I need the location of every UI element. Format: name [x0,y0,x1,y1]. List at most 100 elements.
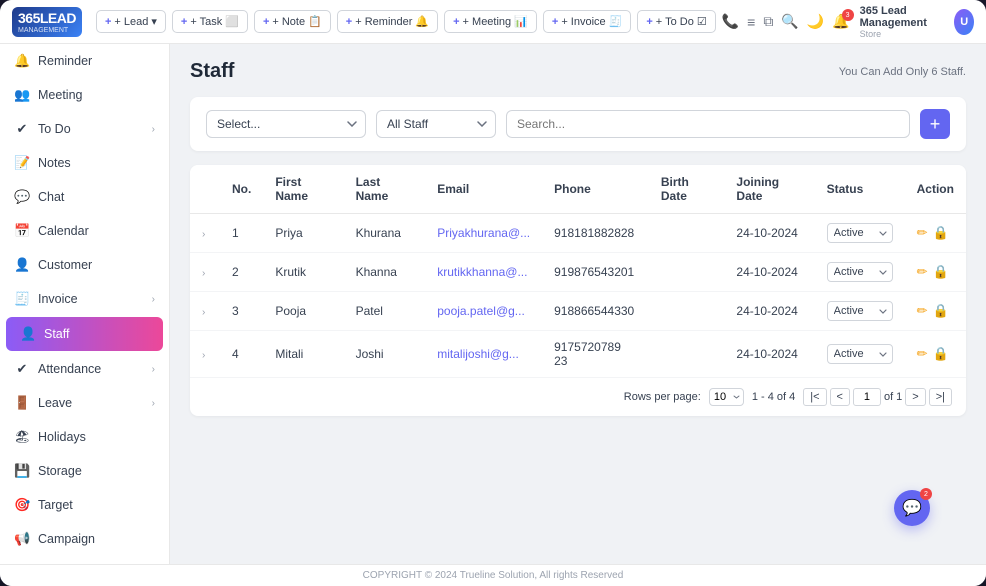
user-store: Store [860,29,949,39]
cell-first-name: Pooja [263,292,343,331]
task-button[interactable]: + + Task ⬜ [172,10,248,33]
cell-status: Active Inactive [815,214,905,253]
invoice-button[interactable]: + + Invoice 🧾 [543,10,631,33]
col-joining-date: Joining Date [724,165,814,214]
staff-icon: 👤 [20,326,36,342]
cell-no: 3 [220,292,263,331]
col-status: Status [815,165,905,214]
staff-table: No. First Name Last Name Email Phone Bir… [190,165,966,416]
prev-page-button[interactable]: < [830,388,850,406]
col-birth-date: Birth Date [649,165,725,214]
cell-last-name: Patel [344,292,426,331]
expand-button[interactable]: › [202,229,205,240]
cell-first-name: Priya [263,214,343,253]
select-filter[interactable]: Select... [206,110,366,138]
page-input[interactable] [853,388,881,406]
cell-first-name: Mitali [263,331,343,378]
cell-joining-date: 24-10-2024 [724,331,814,378]
expand-button[interactable]: › [202,307,205,318]
sidebar-item-chat[interactable]: 💬 Chat [0,180,169,214]
cell-status: Active Inactive [815,253,905,292]
cell-birth-date [649,214,725,253]
sidebar-item-campaign[interactable]: 📢 Campaign [0,522,169,556]
lock-button[interactable]: 🔒 [933,264,949,280]
sidebar-item-target[interactable]: 🎯 Target [0,488,169,522]
email-link[interactable]: Priyakhurana@... [437,226,530,240]
of-label: of [884,391,893,403]
col-email: Email [425,165,542,214]
meeting-button[interactable]: + + Meeting 📊 [444,10,537,33]
meeting-icon: 👥 [14,87,30,103]
rows-per-page-label: Rows per page: [624,391,701,403]
chat-bubble-button[interactable]: 💬 2 [894,490,930,526]
status-select[interactable]: Active Inactive [827,301,893,321]
email-link[interactable]: mitalijoshi@g... [437,347,519,361]
email-link[interactable]: krutikkhanna@... [437,265,527,279]
copy-icon[interactable]: ⧉ [763,13,773,30]
email-link[interactable]: pooja.patel@g... [437,304,525,318]
page-nav: |< < of 1 > >| [803,388,952,406]
campaign-icon: 📢 [14,531,30,547]
arrow-icon: › [152,364,155,375]
col-phone: Phone [542,165,649,214]
sidebar-item-attendance[interactable]: ✔ Attendance › [0,352,169,386]
edit-button[interactable]: ✏ [917,303,928,319]
expand-button[interactable]: › [202,350,205,361]
chat-badge: 2 [920,488,932,500]
sidebar-item-department[interactable]: 🏢 Department [0,556,169,564]
sidebar-item-invoice[interactable]: 🧾 Invoice › [0,282,169,316]
next-page-button[interactable]: > [905,388,925,406]
sidebar-item-storage[interactable]: 💾 Storage [0,454,169,488]
lock-button[interactable]: 🔒 [933,303,949,319]
sidebar-item-holidays[interactable]: 🏖 Holidays [0,420,169,454]
staff-filter[interactable]: All Staff [376,110,496,138]
edit-button[interactable]: ✏ [917,225,928,241]
lock-button[interactable]: 🔒 [933,346,949,362]
table-row: › 2 Krutik Khanna krutikkhanna@... 91987… [190,253,966,292]
cell-status: Active Inactive [815,292,905,331]
filter-bar: Select... All Staff + [190,97,966,151]
sidebar-item-leave[interactable]: 🚪 Leave › [0,386,169,420]
lock-button[interactable]: 🔒 [933,225,949,241]
status-select[interactable]: Active Inactive [827,344,893,364]
sidebar-item-notes[interactable]: 📝 Notes [0,146,169,180]
page-hint: You Can Add Only 6 Staff. [839,66,966,78]
user-info: 365 Lead Management Store U [860,5,974,39]
lead-button[interactable]: + + Lead ▾ [96,10,166,33]
add-staff-button[interactable]: + [920,109,950,139]
sidebar-item-staff[interactable]: 👤 Staff [6,317,163,351]
cell-no: 1 [220,214,263,253]
phone-icon[interactable]: 📞 [722,13,739,30]
cell-phone: 918181882828 [542,214,649,253]
note-button[interactable]: + + Note 📋 [254,10,331,33]
sidebar-item-calendar[interactable]: 📅 Calendar [0,214,169,248]
last-page-button[interactable]: >| [929,388,952,406]
avatar[interactable]: U [954,9,974,35]
sidebar-item-todo[interactable]: ✔ To Do › [0,112,169,146]
list-icon[interactable]: ≡ [747,14,755,30]
status-select[interactable]: Active Inactive [827,262,893,282]
cell-action: ✏ 🔒 [905,214,966,253]
sidebar-item-reminder[interactable]: 🔔 Reminder [0,44,169,78]
rows-per-page-select[interactable]: 10 25 50 [709,388,744,406]
search-icon[interactable]: 🔍 [781,13,798,30]
first-page-button[interactable]: |< [803,388,826,406]
calendar-icon: 📅 [14,223,30,239]
moon-icon[interactable]: 🌙 [807,13,824,30]
cell-joining-date: 24-10-2024 [724,214,814,253]
sidebar-item-meeting[interactable]: 👥 Meeting [0,78,169,112]
search-input[interactable] [506,110,910,138]
cell-phone: 919876543201 [542,253,649,292]
holidays-icon: 🏖 [14,429,30,445]
reminder-button[interactable]: + + Reminder 🔔 [337,10,438,33]
cell-action: ✏ 🔒 [905,331,966,378]
bell-icon[interactable]: 🔔 3 [832,13,849,30]
edit-button[interactable]: ✏ [917,264,928,280]
sidebar-item-customer[interactable]: 👤 Customer [0,248,169,282]
topbar-right: 📞 ≡ ⧉ 🔍 🌙 🔔 3 365 Lead Management Store … [722,5,974,39]
status-select[interactable]: Active Inactive [827,223,893,243]
todo-button[interactable]: + + To Do ☑ [637,10,715,33]
expand-button[interactable]: › [202,268,205,279]
main-layout: 🔔 Reminder 👥 Meeting ✔ To Do › 📝 Notes 💬… [0,44,986,564]
edit-button[interactable]: ✏ [917,346,928,362]
